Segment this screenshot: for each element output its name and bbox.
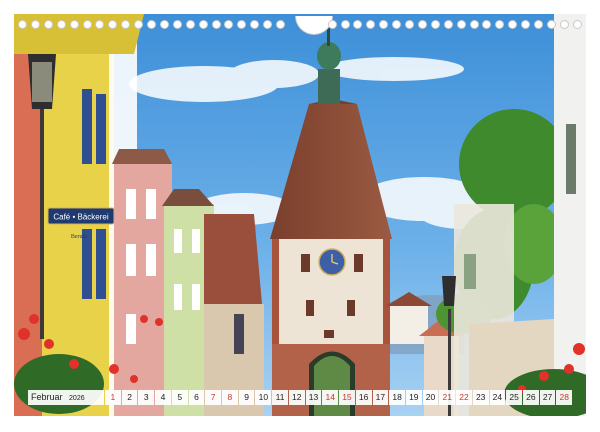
day-cell: 12 [288, 390, 305, 405]
day-cell: 1 [105, 390, 121, 405]
binding-hole [405, 20, 414, 29]
binding-hole [263, 20, 273, 29]
calendar-page: Café • Bäckerei Beruth Februar 2026 1 2 … [0, 0, 600, 432]
binding-hole [366, 20, 376, 29]
day-list: 1 2 3 4 5 6 7 8 9 10 11 12 13 14 15 16 17 18 19 20 21 22 23 24 2… [105, 390, 573, 405]
binding-hole [469, 20, 479, 29]
binding-hole [237, 20, 247, 29]
binding-hole [159, 20, 169, 29]
binding-hole [56, 20, 66, 29]
binding-hole [456, 20, 466, 29]
binding-hole [108, 20, 118, 29]
day-cell: 19 [405, 390, 422, 405]
day-cell: 22 [456, 390, 472, 405]
day-cell: 21 [439, 390, 456, 405]
binding-hole [30, 20, 40, 29]
binding-hole [559, 20, 569, 29]
binding-hole [43, 20, 53, 29]
day-cell: 26 [522, 390, 539, 405]
binding-hole [430, 20, 440, 29]
binding-hole [69, 20, 79, 29]
binding-hole [534, 20, 543, 29]
day-cell: 5 [171, 390, 188, 405]
sign-subtext: Beruth [71, 234, 87, 240]
month-label: Februar 2026 [28, 390, 104, 405]
binding-hole [250, 20, 260, 29]
day-cell: 8 [222, 390, 238, 405]
binding-hole [495, 20, 505, 29]
day-cell: 11 [272, 390, 288, 405]
binding-hole [147, 20, 156, 29]
binding-hole [521, 20, 531, 29]
binding-hole [379, 20, 389, 29]
day-cell: 16 [355, 390, 372, 405]
binding-hole [353, 20, 363, 29]
day-cell: 10 [255, 390, 272, 405]
binding-hole [185, 20, 195, 29]
day-cell: 7 [205, 390, 222, 405]
day-cell: 14 [322, 390, 339, 405]
day-cell: 13 [305, 390, 322, 405]
binding-hole [172, 20, 182, 29]
binding-hole [82, 20, 92, 29]
binding-hole [327, 20, 337, 29]
binding-hole [276, 20, 285, 29]
day-cell: 24 [489, 390, 506, 405]
binding-hole [392, 20, 402, 29]
binding-hole [572, 20, 582, 29]
day-cell: 20 [422, 390, 439, 405]
binding-hole [224, 20, 234, 29]
binding-hole [546, 20, 556, 29]
year-label: 2026 [69, 395, 85, 402]
day-cell: 23 [472, 390, 489, 405]
day-cell: 9 [238, 390, 255, 405]
day-cell: 25 [506, 390, 522, 405]
binding-hole [482, 20, 492, 29]
binding-hole [134, 20, 144, 29]
day-cell: 6 [188, 390, 205, 405]
binding-hole [443, 20, 453, 29]
day-cell: 27 [539, 390, 556, 405]
binding-hole [95, 20, 105, 29]
day-cell: 4 [155, 390, 171, 405]
pink-building [112, 149, 172, 416]
spiral-binding [14, 16, 586, 35]
binding-hole [211, 20, 221, 29]
day-cell: 18 [389, 390, 405, 405]
date-strip: Februar 2026 1 2 3 4 5 6 7 8 9 10 11 12 13 14 15 16 17 18… [28, 390, 573, 405]
binding-hole [508, 20, 518, 29]
day-cell: 3 [138, 390, 155, 405]
binding-hole [121, 20, 131, 29]
binding-hole [417, 20, 427, 29]
binding-hole [18, 20, 27, 29]
day-cell: 2 [121, 390, 138, 405]
month-name: Februar [31, 392, 63, 402]
day-cell: 17 [372, 390, 389, 405]
brown-roof-building [204, 214, 264, 416]
sign-text: Café • Bäckerei [53, 213, 108, 222]
binding-hole [198, 20, 208, 29]
binding-hole [340, 20, 350, 29]
street-photo: Café • Bäckerei Beruth [14, 14, 586, 416]
day-cell: 15 [339, 390, 355, 405]
day-cell: 28 [556, 390, 573, 405]
